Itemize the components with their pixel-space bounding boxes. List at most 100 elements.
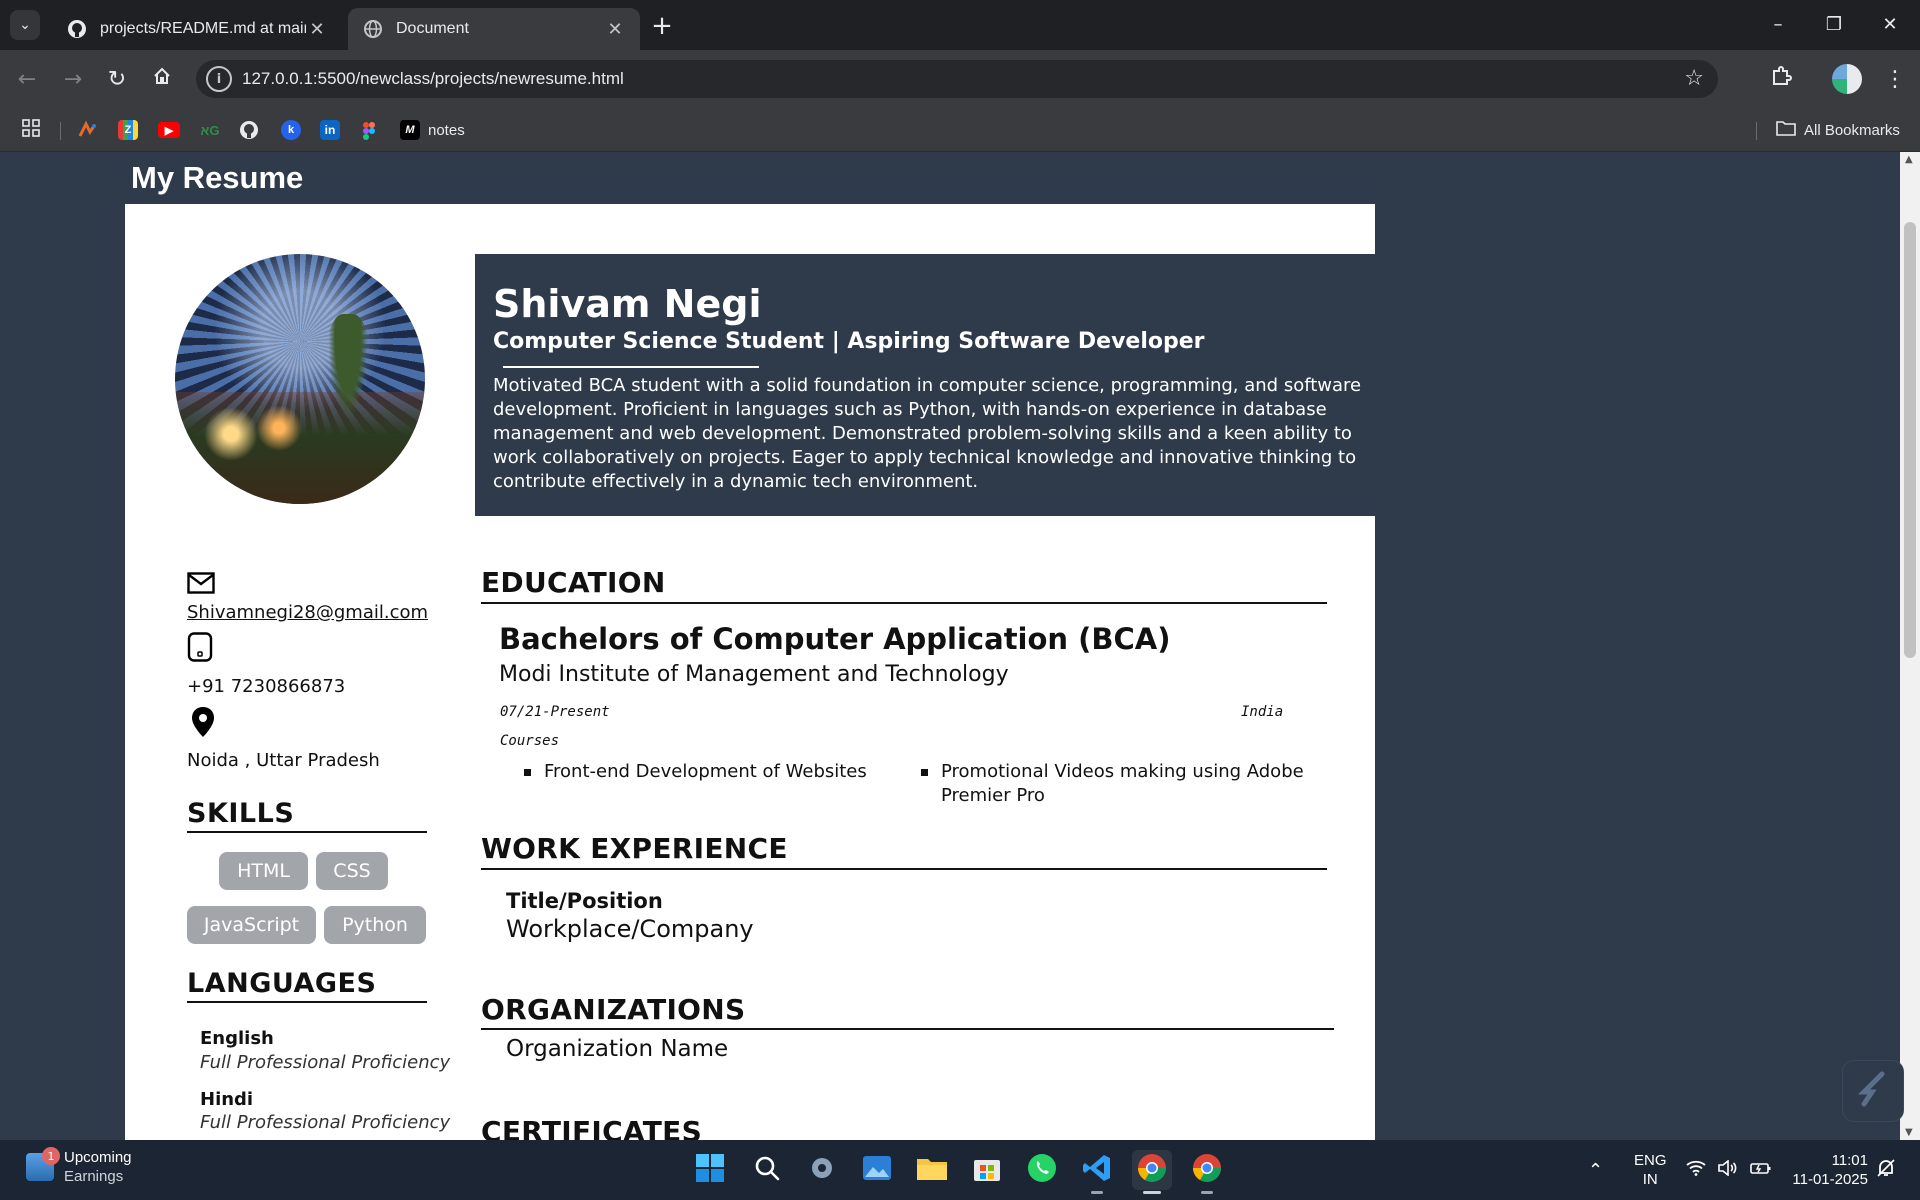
photo-lights xyxy=(195,404,315,464)
clock[interactable]: 11:01 11-01-2025 xyxy=(1786,1140,1868,1200)
home-button[interactable] xyxy=(145,62,179,96)
course-item: Promotional Videos making using Adobe Pr… xyxy=(921,760,1331,808)
back-button[interactable]: ← xyxy=(10,62,44,96)
resume-header: Shivam Negi Computer Science Student | A… xyxy=(475,254,1375,516)
phone-number: +91 7230866873 xyxy=(187,676,346,697)
email-link[interactable]: Shivamnegi28@gmail.com xyxy=(187,602,428,623)
info-icon[interactable]: i xyxy=(206,66,232,92)
bookmark-item[interactable]: אG xyxy=(200,118,220,142)
close-icon[interactable]: ✕ xyxy=(306,18,328,40)
bookmark-item[interactable]: ▶ xyxy=(158,118,180,142)
folder-icon xyxy=(916,1155,948,1185)
taskbar-vscode[interactable] xyxy=(1077,1150,1117,1194)
chevron-up-icon: ⌃ xyxy=(1588,1159,1604,1180)
weather-widget[interactable]: 1 Upcoming Earnings xyxy=(26,1147,132,1186)
candidate-name: Shivam Negi xyxy=(493,282,762,326)
widget-title: Upcoming xyxy=(64,1149,132,1166)
bookmark-item[interactable]: in xyxy=(320,118,340,142)
skill-chip: HTML xyxy=(219,852,308,890)
bookmarks-bar: Z ▶ אG k in M notes All Bookmarks xyxy=(0,108,1920,152)
profile-photo xyxy=(175,254,425,504)
bookmark-item[interactable] xyxy=(78,118,98,142)
input-language[interactable]: ENG IN xyxy=(1634,1140,1667,1200)
region-code: IN xyxy=(1642,1171,1658,1188)
address-bar[interactable]: i 127.0.0.1:5500/newclass/projects/newre… xyxy=(196,60,1718,98)
close-window-button[interactable]: ✕ xyxy=(1862,6,1918,42)
forward-button[interactable]: → xyxy=(56,62,90,96)
apps-button[interactable] xyxy=(22,118,40,142)
phone-icon xyxy=(187,632,213,666)
reload-button[interactable]: ↻ xyxy=(100,62,134,96)
close-icon: ✕ xyxy=(1882,13,1898,35)
taskbar-photos[interactable] xyxy=(857,1150,897,1190)
taskbar-search-button[interactable] xyxy=(747,1150,787,1190)
taskbar-store[interactable] xyxy=(967,1150,1007,1190)
tab-title: Document xyxy=(396,20,469,37)
chevron-down-icon: ⌄ xyxy=(19,17,31,33)
bookmark-notes[interactable]: M notes xyxy=(400,118,465,142)
restore-button[interactable]: ❐ xyxy=(1806,6,1862,42)
taskbar-chrome-profile[interactable] xyxy=(1187,1150,1227,1194)
start-button[interactable] xyxy=(690,1150,730,1190)
divider xyxy=(60,122,61,140)
restore-icon: ❐ xyxy=(1825,13,1843,35)
geeksforgeeks-icon: אG xyxy=(200,122,220,138)
taskbar-settings[interactable] xyxy=(802,1150,842,1190)
taskbar-file-explorer[interactable] xyxy=(912,1150,952,1190)
volume-icon xyxy=(1718,1158,1738,1181)
url-text: 127.0.0.1:5500/newclass/projects/newresu… xyxy=(242,69,624,88)
chrome-icon xyxy=(1191,1152,1223,1188)
tab-github-readme[interactable]: projects/README.md at main · ✕ xyxy=(52,8,342,50)
language-level: Full Professional Proficiency xyxy=(200,1112,451,1133)
minimize-button[interactable]: – xyxy=(1750,6,1806,42)
language-name: Hindi xyxy=(200,1089,254,1110)
scrollbar-thumb[interactable] xyxy=(1904,222,1916,658)
education-heading: EDUCATION xyxy=(481,566,666,599)
course-item: Front-end Development of Websites xyxy=(524,760,884,784)
notifications-button[interactable] xyxy=(1876,1140,1896,1200)
globe-icon xyxy=(362,18,384,40)
photos-icon xyxy=(862,1155,892,1185)
resume-paper: Shivam Negi Computer Science Student | A… xyxy=(125,204,1375,1140)
stocks-icon: 1 xyxy=(26,1147,60,1181)
profile-summary: Motivated BCA student with a solid found… xyxy=(493,375,1362,492)
scroll-down-arrow-icon[interactable]: ▼ xyxy=(1905,1127,1913,1138)
floating-extension-widget[interactable] xyxy=(1842,1060,1904,1122)
bookmark-item[interactable]: Z xyxy=(118,118,138,142)
all-bookmarks-button[interactable]: All Bookmarks xyxy=(1776,118,1900,142)
divider xyxy=(481,868,1327,870)
widget-subtitle: Earnings xyxy=(64,1168,124,1185)
close-icon[interactable]: ✕ xyxy=(604,18,626,40)
bookmark-item[interactable]: k xyxy=(281,118,301,142)
zoho-icon: Z xyxy=(118,120,138,140)
tab-search-button[interactable]: ⌄ xyxy=(10,10,40,40)
language-level: Full Professional Proficiency xyxy=(200,1052,451,1073)
system-tray-icons[interactable] xyxy=(1686,1140,1772,1200)
slash-logo-icon xyxy=(1854,1070,1892,1112)
notification-badge: 1 xyxy=(42,1147,60,1165)
google-analytics-icon xyxy=(78,120,98,140)
bookmark-star-icon[interactable]: ☆ xyxy=(1684,66,1704,91)
page-scrollbar[interactable]: ▲ ▼ xyxy=(1900,152,1920,1140)
bookmark-item[interactable] xyxy=(359,118,379,142)
plus-icon: + xyxy=(651,11,673,41)
windows-logo-icon xyxy=(695,1153,725,1187)
tab-document[interactable]: Document ✕ xyxy=(348,8,640,50)
linkedin-icon: in xyxy=(320,120,340,140)
education-dates: 07/21-Present xyxy=(500,704,610,720)
profile-avatar[interactable] xyxy=(1832,64,1862,94)
new-tab-button[interactable]: + xyxy=(648,11,676,41)
taskbar-chrome-active[interactable] xyxy=(1132,1150,1172,1194)
menu-button[interactable]: ⋮ xyxy=(1880,62,1910,96)
extensions-button[interactable] xyxy=(1764,62,1798,96)
skills-heading: SKILLS xyxy=(187,798,427,833)
folder-icon xyxy=(1776,120,1796,140)
battery-icon xyxy=(1750,1160,1772,1181)
divider xyxy=(481,602,1327,604)
search-icon xyxy=(753,1154,781,1186)
scroll-up-arrow-icon[interactable]: ▲ xyxy=(1905,154,1913,165)
photo-palm xyxy=(325,314,371,434)
bookmark-item[interactable] xyxy=(239,118,259,142)
show-hidden-icons[interactable]: ⌃ xyxy=(1588,1140,1603,1200)
taskbar-whatsapp[interactable] xyxy=(1022,1150,1062,1190)
